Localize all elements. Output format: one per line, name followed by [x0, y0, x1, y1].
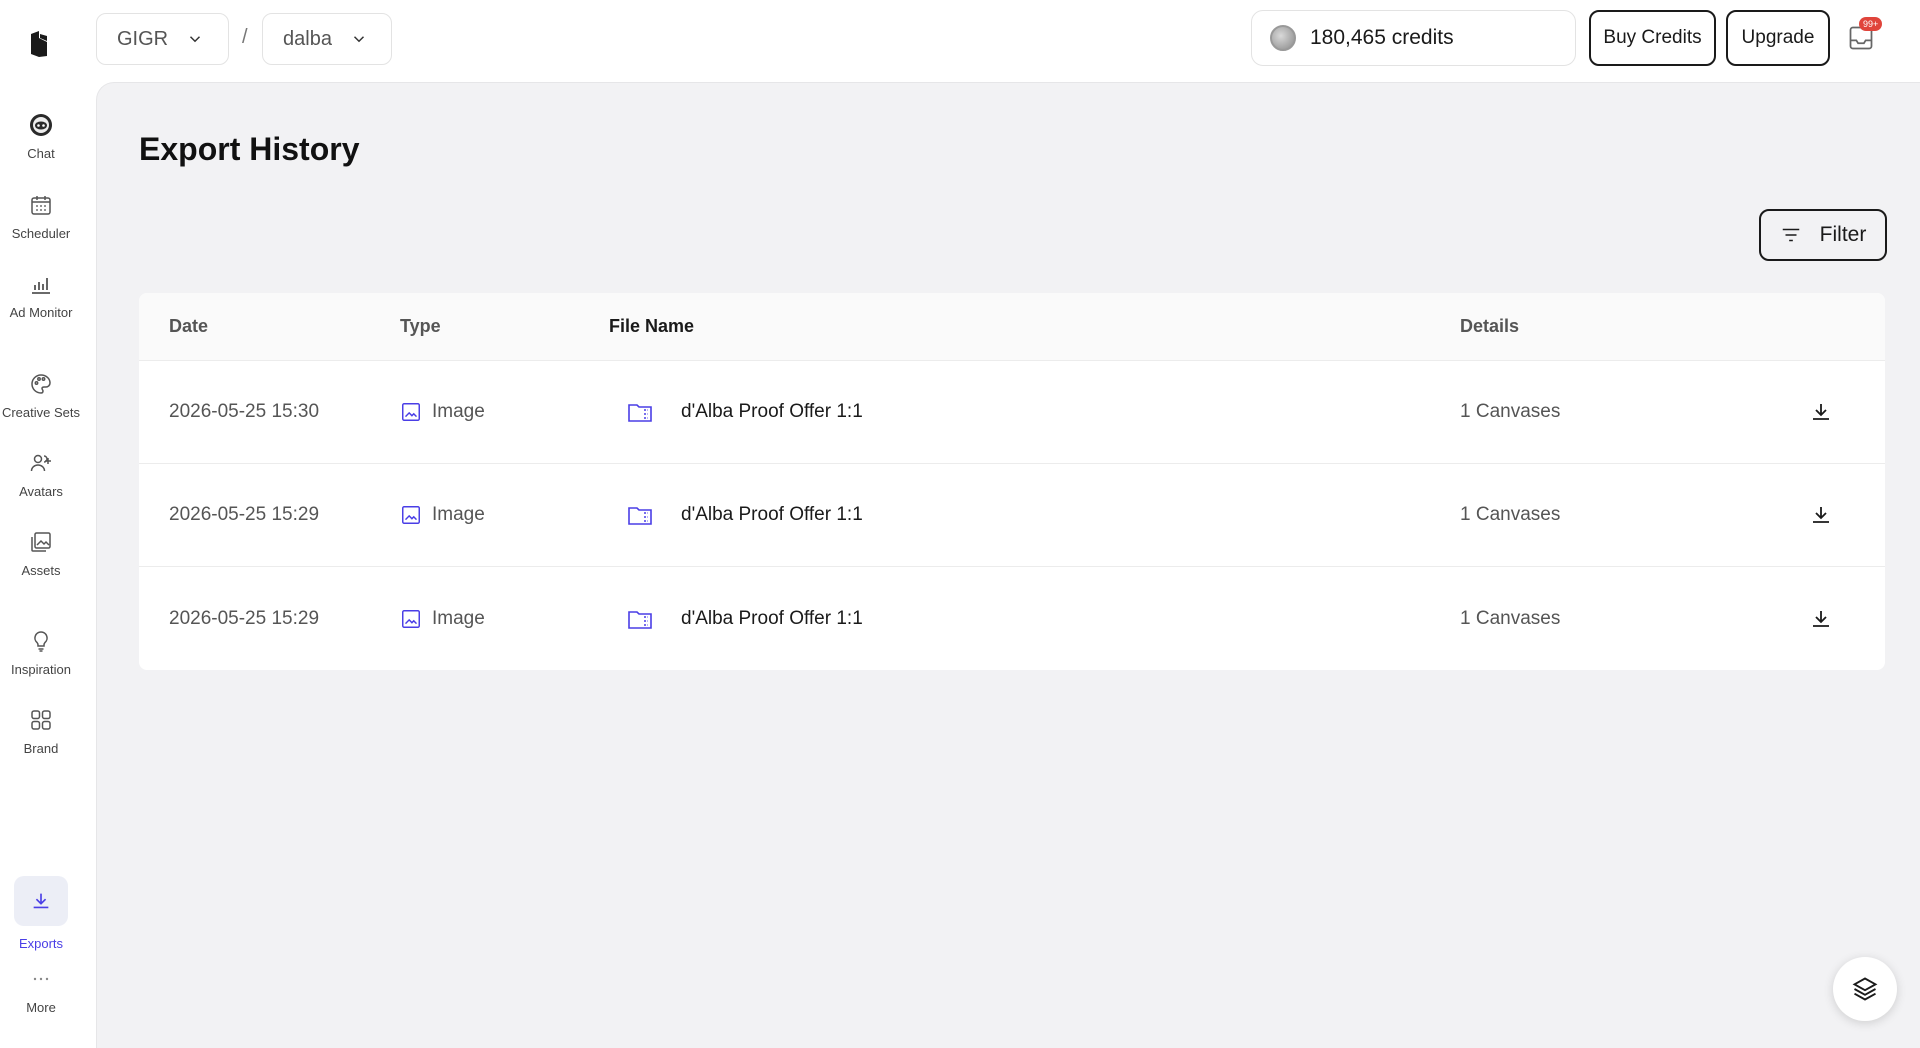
users-add-icon	[28, 450, 54, 476]
sidebar-item-label: Creative Sets	[1, 405, 81, 420]
breadcrumb-separator: /	[242, 26, 248, 48]
notification-badge: 99+	[1859, 17, 1883, 31]
credits-display: 180,465 credits	[1251, 10, 1576, 66]
sidebar-item-creative-sets[interactable]: Creative Sets	[0, 371, 82, 420]
row-details: 1 Canvases	[1460, 607, 1561, 629]
sidebar-item-label: Avatars	[19, 484, 63, 499]
row-type-cell: Image	[400, 401, 609, 423]
palette-icon	[28, 371, 54, 397]
row-type: Image	[432, 504, 485, 525]
canvas-file-icon	[627, 401, 653, 423]
download-icon[interactable]	[1809, 607, 1833, 631]
row-file-cell: d'Alba Proof Offer 1:1	[609, 608, 1460, 630]
page-title: Export History	[139, 131, 360, 167]
sidebar-item-more[interactable]: More	[0, 966, 82, 1015]
buy-credits-button[interactable]: Buy Credits	[1589, 10, 1716, 66]
brand-dropdown[interactable]: dalba	[262, 13, 392, 65]
filter-icon	[1782, 228, 1799, 242]
sidebar-item-ad-monitor[interactable]: Ad Monitor	[0, 271, 82, 320]
row-file-name[interactable]: d'Alba Proof Offer 1:1	[681, 608, 863, 630]
sidebar-item-label: Scheduler	[11, 226, 71, 241]
filter-button[interactable]: Filter	[1759, 209, 1887, 261]
download-icon	[14, 876, 68, 926]
brand-name: dalba	[283, 27, 332, 50]
row-type-cell: Image	[400, 608, 609, 630]
sidebar-item-label: Chat	[27, 146, 55, 161]
download-icon[interactable]	[1809, 503, 1833, 527]
column-header-type: Type	[400, 316, 441, 336]
table-row[interactable]: 2026-05-25 15:30 Image d'Alba Proof Offe…	[139, 361, 1885, 464]
canvas-file-icon	[627, 608, 653, 630]
app-root: Chat Scheduler Ad Monitor Creative Sets	[0, 0, 1920, 1048]
sidebar-item-assets[interactable]: Assets	[0, 529, 82, 578]
upgrade-button[interactable]: Upgrade	[1726, 10, 1830, 66]
sidebar: Chat Scheduler Ad Monitor Creative Sets	[0, 0, 96, 1048]
sidebar-item-label: Inspiration	[11, 662, 71, 677]
row-file-name[interactable]: d'Alba Proof Offer 1:1	[681, 401, 863, 423]
column-header-date: Date	[169, 316, 209, 336]
sidebar-item-label: Brand	[23, 741, 59, 756]
grid-icon	[28, 707, 54, 733]
image-stack-icon	[28, 529, 54, 555]
row-file-cell: d'Alba Proof Offer 1:1	[609, 401, 1460, 423]
table-header: Date Type File Name Details	[139, 293, 1885, 361]
sidebar-item-inspiration[interactable]: Inspiration	[0, 628, 82, 677]
row-details: 1 Canvases	[1460, 504, 1561, 525]
row-details: 1 Canvases	[1460, 401, 1561, 422]
export-history-table: Date Type File Name Details 2026-05-25 1…	[139, 293, 1885, 670]
lightbulb-icon	[28, 628, 54, 654]
sidebar-item-scheduler[interactable]: Scheduler	[0, 192, 82, 241]
chat-bot-icon	[28, 112, 54, 138]
more-dots-icon	[28, 966, 54, 992]
row-date: 2026-05-25 15:30	[169, 401, 320, 422]
layers-fab-button[interactable]	[1833, 957, 1897, 1021]
column-header-file-name: File Name	[609, 316, 695, 336]
sidebar-item-chat[interactable]: Chat	[0, 112, 82, 161]
sidebar-item-brand[interactable]: Brand	[0, 707, 82, 756]
row-type-cell: Image	[400, 504, 609, 526]
row-date: 2026-05-25 15:29	[169, 504, 320, 525]
layers-icon	[1852, 977, 1878, 1001]
sidebar-item-label: Assets	[21, 563, 61, 578]
row-file-cell: d'Alba Proof Offer 1:1	[609, 504, 1460, 526]
top-bar: GIGR / dalba 180,465 credits Buy Credits…	[96, 0, 1920, 82]
filter-label: Filter	[1819, 223, 1867, 246]
main-content: Export History Filter Date Type File Nam…	[96, 82, 1920, 1048]
chevron-down-icon	[353, 36, 364, 43]
canvas-file-icon	[627, 504, 653, 526]
row-type: Image	[432, 401, 485, 422]
image-icon	[400, 504, 422, 526]
sidebar-item-label: Ad Monitor	[9, 305, 73, 320]
workspace-dropdown[interactable]: GIGR	[96, 13, 229, 65]
credits-value: 180,465 credits	[1310, 26, 1454, 49]
chevron-down-icon	[190, 36, 201, 43]
sidebar-item-exports[interactable]: Exports	[0, 876, 82, 951]
calendar-icon	[28, 192, 54, 218]
column-header-details: Details	[1460, 316, 1520, 336]
sidebar-item-avatars[interactable]: Avatars	[0, 450, 82, 499]
table-row[interactable]: 2026-05-25 15:29 Image d'Alba Proof Offe…	[139, 567, 1885, 670]
coin-icon	[1270, 25, 1296, 51]
workspace-name: GIGR	[117, 27, 169, 50]
table-row[interactable]: 2026-05-25 15:29 Image d'Alba Proof Offe…	[139, 464, 1885, 567]
image-icon	[400, 608, 422, 630]
row-file-name[interactable]: d'Alba Proof Offer 1:1	[681, 504, 863, 526]
brand-logo-icon[interactable]	[27, 30, 53, 58]
bar-chart-icon	[28, 271, 54, 297]
sidebar-item-label: More	[26, 1000, 56, 1015]
sidebar-item-label: Exports	[18, 936, 64, 951]
row-date: 2026-05-25 15:29	[169, 607, 320, 629]
image-icon	[400, 401, 422, 423]
row-type: Image	[432, 607, 485, 629]
download-icon[interactable]	[1809, 400, 1833, 424]
